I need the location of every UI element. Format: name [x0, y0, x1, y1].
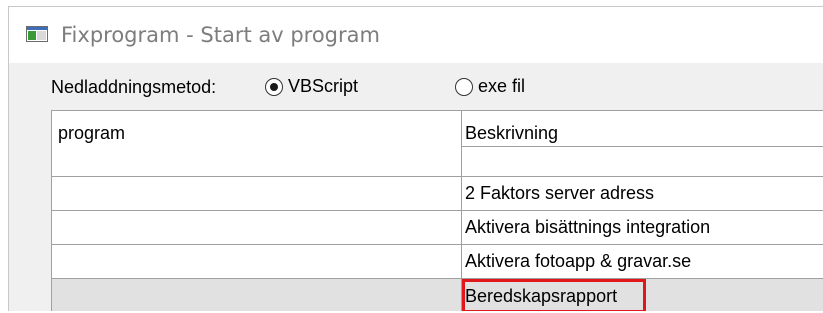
row-description-cell[interactable]: Aktivera fotoapp & gravar.se: [462, 245, 823, 278]
row-program-cell[interactable]: [52, 211, 462, 244]
radio-exe-fil-label: exe fil: [478, 76, 526, 96]
column-header-program[interactable]: program: [52, 111, 462, 176]
row-description-cell[interactable]: Aktivera bisättnings integration: [462, 211, 823, 244]
row-program-cell[interactable]: [52, 245, 462, 278]
header-divider: [462, 146, 823, 147]
download-method-row: Nedladdningsmetod: VBScript exe fil: [9, 63, 823, 110]
radio-checked-icon[interactable]: [265, 77, 283, 96]
radio-vbscript-label: VBScript: [288, 76, 359, 96]
table-row-selected[interactable]: Beredskapsrapport: [52, 279, 823, 311]
row-description-cell[interactable]: 2 Faktors server adress: [462, 177, 823, 210]
highlight-annotation-box: [462, 279, 646, 311]
row-program-cell[interactable]: [52, 177, 462, 210]
program-grid: program Beskrivning 2 Faktors server adr…: [51, 110, 823, 311]
radio-unchecked-icon[interactable]: [455, 77, 473, 96]
table-row[interactable]: Aktivera bisättnings integration: [52, 211, 823, 245]
table-row[interactable]: 2 Faktors server adress: [52, 177, 823, 211]
table-row[interactable]: Aktivera fotoapp & gravar.se: [52, 245, 823, 279]
title-bar[interactable]: Fixprogram - Start av program: [9, 7, 823, 63]
column-header-beskrivning-label: Beskrivning: [465, 123, 559, 143]
application-window-icon: [26, 26, 48, 42]
program-window: Fixprogram - Start av program Nedladdnin…: [8, 6, 823, 311]
download-method-label: Nedladdningsmetod:: [51, 77, 217, 97]
column-header-beskrivning[interactable]: Beskrivning: [462, 111, 823, 176]
grid-header-row: program Beskrivning: [52, 111, 823, 177]
row-program-cell[interactable]: [52, 279, 462, 311]
window-title: Fixprogram - Start av program: [61, 23, 380, 47]
radio-vbscript[interactable]: VBScript: [265, 76, 358, 97]
radio-exe-fil[interactable]: exe fil: [455, 76, 525, 97]
